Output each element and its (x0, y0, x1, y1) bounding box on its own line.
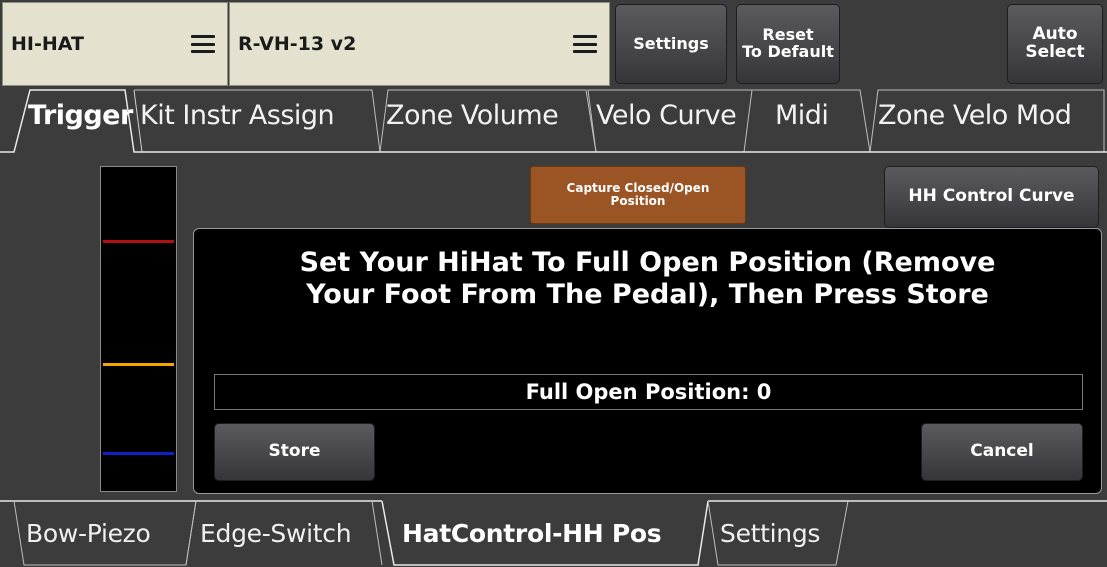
tab-midi[interactable]: Midi (775, 100, 829, 131)
instrument-selector-label: HI-HAT (11, 33, 84, 55)
position-meter (100, 166, 177, 492)
sub-tab-settings[interactable]: Settings (720, 519, 820, 548)
auto-select-button[interactable]: Auto Select (1007, 4, 1103, 84)
sub-tab-bow-piezo[interactable]: Bow-Piezo (26, 519, 151, 548)
dialog-message: Set Your HiHat To Full Open Position (Re… (194, 247, 1101, 312)
main-tab-bar: Trigger Kit Instr Assign Zone Volume Vel… (0, 88, 1107, 154)
tab-zone-velo-mod[interactable]: Zone Velo Mod (878, 100, 1072, 131)
tab-zone-volume[interactable]: Zone Volume (386, 100, 559, 131)
store-button[interactable]: Store (214, 423, 375, 481)
meter-line-blue (103, 452, 174, 455)
menu-icon[interactable] (573, 35, 597, 53)
sub-tab-edge-switch[interactable]: Edge-Switch (200, 519, 352, 548)
tab-trigger[interactable]: Trigger (28, 100, 133, 131)
tab-kit-instr-assign[interactable]: Kit Instr Assign (140, 100, 335, 131)
full-open-position-readout: Full Open Position: 0 (214, 374, 1083, 410)
sub-tab-hatcontrol-hh-pos[interactable]: HatControl-HH Pos (402, 519, 662, 548)
capture-closed-open-position-button[interactable]: Capture Closed/Open Position (530, 166, 746, 224)
kit-selector[interactable]: R-VH-13 v2 (229, 2, 610, 86)
cancel-button[interactable]: Cancel (921, 423, 1083, 481)
store-position-dialog: Set Your HiHat To Full Open Position (Re… (193, 228, 1102, 494)
sub-tab-bar: Bow-Piezo Edge-Switch HatControl-HH Pos … (0, 499, 1107, 567)
reset-to-default-button[interactable]: Reset To Default (736, 4, 840, 84)
dialog-message-line-1: Set Your HiHat To Full Open Position (Re… (299, 247, 996, 278)
hh-control-curve-button[interactable]: HH Control Curve (884, 166, 1099, 228)
instrument-selector[interactable]: HI-HAT (2, 2, 228, 86)
readout-label: Full Open Position: (525, 380, 750, 404)
tab-velo-curve[interactable]: Velo Curve (596, 100, 737, 131)
top-bar: HI-HAT R-VH-13 v2 Settings Reset To Defa… (0, 0, 1107, 88)
settings-button[interactable]: Settings (615, 4, 727, 84)
dialog-message-line-2: Your Foot From The Pedal), Then Press St… (306, 279, 989, 311)
readout-value: 0 (756, 380, 772, 404)
kit-selector-label: R-VH-13 v2 (238, 33, 357, 55)
meter-line-red (103, 240, 174, 243)
trigger-panel: Capture Closed/Open Position HH Control … (0, 154, 1107, 499)
meter-line-orange (103, 363, 174, 366)
menu-icon[interactable] (191, 35, 215, 53)
